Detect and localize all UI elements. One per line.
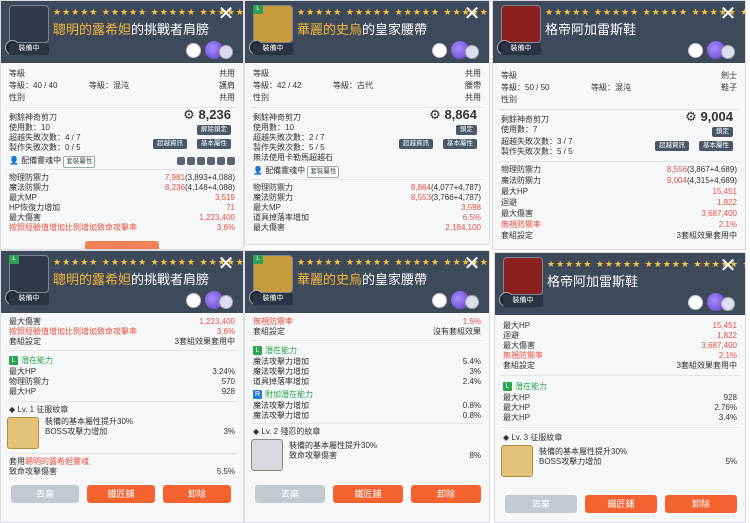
additional-potential-title: R 附加潛在能力 (253, 390, 313, 400)
discard-button[interactable]: 丟棄 (11, 485, 79, 503)
transcend-info-button[interactable]: 超越資訊 (399, 139, 433, 149)
soul-label: 👤 配備靈魂中 套裝屬性 (253, 166, 340, 178)
item-tooltip-shoes-bottom: ▶ 裝備中 ★★★★★ ★★★★★ ★★★★★ ★★★★★ ★★★★★ 格帝阿加… (494, 252, 746, 523)
item-value: ⚙ 8,864 (429, 107, 477, 122)
close-button[interactable]: ✕ (215, 253, 237, 275)
emblem-title: ◆ Lv. 1 征服紋章 (9, 405, 69, 414)
tooltip-body: 最大傷害 1,223,400 按照經驗值增加比例增加致命攻擊率 3.6% 套組設定 3… (1, 313, 243, 522)
unequip-button[interactable]: 卸除 (665, 495, 737, 513)
tooltip-header: L ▶ 裝備中 ★★★★★ ★★★★★ ★★★★★ ★★★★★ ★★★★★ 華麗… (245, 1, 489, 63)
gem-icon (432, 293, 447, 308)
close-button[interactable]: ✕ (461, 253, 483, 275)
transcend-info-button[interactable]: 超越資訊 (655, 141, 689, 151)
discard-button[interactable]: 丟棄 (505, 495, 577, 513)
item-thumbnail (501, 5, 541, 43)
item-name: 聰明的露希妲的挑戰者肩膀 (53, 272, 210, 287)
tooltip-header: ▶ 裝備中 ★★★★★ ★★★★★ ★★★★★ ★★★★★ ★★★★★ 聰明的露… (1, 1, 243, 63)
item-thumbnail (9, 5, 49, 43)
forge-button-partial[interactable] (85, 241, 159, 249)
tooltip-body: 等級 共用 等級：40 / 40 等級：混沌 護肩 性別 共用 剩餘神奇剪刀 ⚙ 8,2… (1, 63, 243, 249)
equipped-badge: 裝備中 (503, 295, 543, 307)
socket-icons (175, 156, 235, 166)
close-button[interactable]: ✕ (461, 3, 483, 25)
gem-icon (186, 43, 201, 58)
tooltip-header: ▶ 裝備中 ★★★★★ ★★★★★ ★★★★★ ★★★★★ ★★★★★ 格帝阿加… (493, 1, 745, 63)
base-attr-button[interactable]: 基本屬性 (443, 139, 477, 149)
item-tooltip-shoulder-bottom: L ▶ 裝備中 ★★★★★ ★★★★★ ★★★★★ ★★★★★ ★★★★★ 聰明… (0, 250, 244, 523)
equipped-badge: 裝備中 (501, 43, 541, 55)
close-button[interactable]: ✕ (717, 3, 739, 25)
item-name: 華麗的史烏的皇家腰帶 (297, 22, 428, 37)
emblem-title: ◆ Lv. 2 殘忍的紋章 (253, 427, 321, 436)
pearl-icon (721, 45, 735, 59)
item-name: 聰明的露希妲的挑戰者肩膀 (53, 22, 210, 37)
tooltip-body: 無視防禦率 1.5% 套組設定 沒有套組效果 L 潛在能力 魔法攻擊力增加 5.4% 魔… (245, 313, 489, 522)
item-name: 格帝阿加雷斯鞋 (547, 274, 639, 289)
potential-title: L 潛在能力 (253, 345, 297, 356)
emblem-icon (251, 439, 283, 471)
pearl-icon (465, 295, 479, 309)
forge-button[interactable]: 鐵匠鋪 (333, 485, 403, 503)
emblem-icon (7, 417, 39, 449)
gem-icon (186, 293, 201, 308)
equipped-badge: 裝備中 (253, 293, 293, 305)
transcend-info-button[interactable]: 超越資訊 (153, 139, 187, 149)
item-value: ⚙ 8,236 (183, 107, 231, 122)
gem-icon (688, 295, 703, 310)
tooltip-header: ▶ 裝備中 ★★★★★ ★★★★★ ★★★★★ ★★★★★ ★★★★★ 格帝阿加… (495, 253, 745, 315)
emblem-icon (501, 445, 533, 477)
item-name: 格帝阿加雷斯鞋 (545, 22, 637, 37)
item-tooltip-shoulder-top: ▶ 裝備中 ★★★★★ ★★★★★ ★★★★★ ★★★★★ ★★★★★ 聰明的露… (0, 0, 244, 250)
potential-title: L 潛在能力 (9, 355, 53, 366)
close-button[interactable]: ✕ (215, 3, 237, 25)
emblem-title: ◆ Lv. 3 征服紋章 (503, 433, 563, 442)
forge-button[interactable]: 鐵匠鋪 (585, 495, 657, 513)
equipped-badge: 裝備中 (9, 43, 49, 55)
tooltip-header: L ▶ 裝備中 ★★★★★ ★★★★★ ★★★★★ ★★★★★ ★★★★★ 華麗… (245, 251, 489, 313)
tooltip-header: L ▶ 裝備中 ★★★★★ ★★★★★ ★★★★★ ★★★★★ ★★★★★ 聰明… (1, 251, 243, 313)
unequip-button[interactable]: 卸除 (163, 485, 231, 503)
unlock-button[interactable]: 解除鎖定 (197, 125, 231, 135)
item-tooltip-shoes-top: ▶ 裝備中 ★★★★★ ★★★★★ ★★★★★ ★★★★★ ★★★★★ 格帝阿加… (492, 0, 746, 250)
gem-icon (432, 43, 447, 58)
unequip-button[interactable]: 卸除 (411, 485, 481, 503)
star-rating: ★★★★★ ★★★★★ ★★★★★ ★★★★★ ★★★★★ (545, 7, 745, 17)
item-name: 華麗的史烏的皇家腰帶 (297, 272, 428, 287)
equipped-badge: 裝備中 (253, 43, 293, 55)
gem-icon (688, 43, 703, 58)
equipped-badge: 裝備中 (9, 293, 49, 305)
soul-label: 👤 配備靈魂中 套裝屬性 (9, 156, 96, 168)
item-tooltip-belt-top: L ▶ 裝備中 ★★★★★ ★★★★★ ★★★★★ ★★★★★ ★★★★★ 華麗… (244, 0, 490, 245)
potential-title: L 潛在能力 (503, 381, 547, 392)
tooltip-body: 最大HP 15,451 迴避 1,822 最大傷害 3,687,400 無視防禦率 2.… (495, 315, 745, 522)
lock-button[interactable]: 鎖定 (712, 127, 733, 137)
pearl-icon (721, 297, 735, 311)
item-tooltip-belt-bottom: L ▶ 裝備中 ★★★★★ ★★★★★ ★★★★★ ★★★★★ ★★★★★ 華麗… (244, 250, 490, 523)
base-attr-button[interactable]: 基本屬性 (197, 139, 231, 149)
discard-button[interactable]: 丟棄 (255, 485, 325, 503)
lock-button[interactable]: 鎖定 (456, 125, 477, 135)
level-badge: L (9, 255, 19, 264)
base-attr-button[interactable]: 基本屬性 (699, 141, 733, 151)
level-badge: L (253, 5, 263, 14)
tooltip-body: 等級 共用 等級：42 / 42 等級：古代 腰帶 性別 共用 剩餘神奇剪刀 ⚙ 8,8… (245, 63, 489, 244)
close-button[interactable]: ✕ (717, 255, 739, 277)
item-value: ⚙ 9,004 (685, 109, 733, 124)
pearl-icon (219, 45, 233, 59)
item-thumbnail (503, 257, 543, 295)
level-badge: L (253, 255, 263, 264)
forge-button[interactable]: 鐵匠鋪 (87, 485, 155, 503)
pearl-icon (465, 45, 479, 59)
tooltip-body: 等級 劍士 等級：50 / 50 等級：混沌 鞋子 性別 剩餘神奇剪刀 ⚙ 9,004… (493, 63, 745, 249)
pearl-icon (219, 295, 233, 309)
